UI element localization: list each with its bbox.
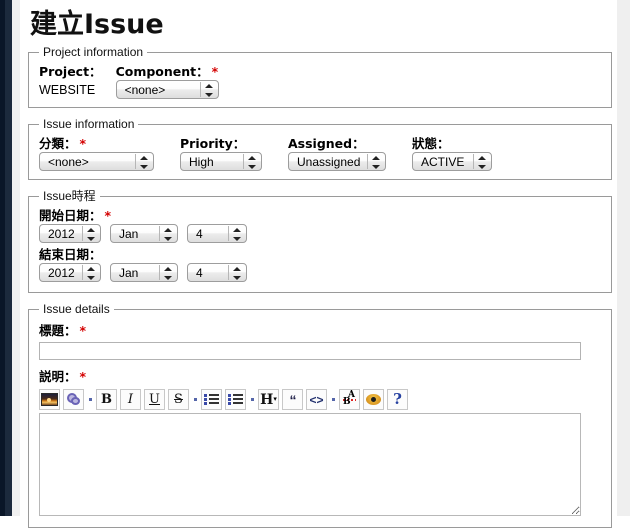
category-select-value: <none> bbox=[48, 155, 89, 169]
assigned-select-stepper-icon bbox=[372, 155, 381, 170]
priority-label: Priority： bbox=[180, 136, 246, 151]
toolbar-separator bbox=[249, 389, 256, 410]
issue-details-legend: Issue details bbox=[43, 302, 110, 316]
right-gutter bbox=[617, 0, 630, 516]
assigned-select-value: Unassigned bbox=[297, 155, 361, 169]
start-date-label: 開始日期： * bbox=[39, 207, 601, 224]
unordered-list-icon[interactable] bbox=[225, 389, 246, 410]
end-year-stepper-icon bbox=[87, 266, 96, 281]
component-select[interactable]: <none> bbox=[115, 80, 219, 99]
priority-select[interactable]: High bbox=[180, 152, 262, 171]
start-date-required-marker: * bbox=[104, 208, 112, 223]
description-textarea[interactable] bbox=[39, 413, 581, 516]
blockquote-icon[interactable]: “ bbox=[282, 389, 303, 410]
issue-schedule-fieldset: Issue時程 開始日期： * 2012 Jan 4 結束日期： 2012 Ja… bbox=[28, 190, 612, 293]
component-label: Component： * bbox=[116, 63, 219, 80]
start-day-stepper-icon bbox=[233, 227, 242, 242]
emoticon-icon[interactable] bbox=[363, 389, 384, 410]
category-select[interactable]: <none> bbox=[39, 152, 154, 171]
toolbar-separator bbox=[87, 389, 94, 410]
left-gutter bbox=[12, 0, 20, 516]
start-month-stepper-icon bbox=[164, 227, 173, 242]
project-information-row: Project： WEBSITE Component： * <none> bbox=[39, 63, 601, 99]
project-field: Project： WEBSITE bbox=[39, 63, 102, 99]
end-date-day-select[interactable]: 4 bbox=[187, 263, 247, 282]
status-select-stepper-icon bbox=[478, 155, 487, 170]
end-date-label: 結束日期： bbox=[39, 247, 102, 262]
subject-label: 標題： * bbox=[39, 322, 601, 339]
bold-icon[interactable]: B bbox=[96, 389, 117, 410]
insert-link-icon[interactable] bbox=[63, 389, 84, 410]
issue-information-row: 分類： * <none> Priority： High Assigned： Un… bbox=[39, 135, 601, 171]
project-information-legend: Project information bbox=[43, 45, 144, 59]
project-information-fieldset: Project information Project： WEBSITE Com… bbox=[28, 46, 612, 108]
assigned-field: Assigned： Unassigned bbox=[288, 135, 386, 171]
component-required-marker: * bbox=[211, 64, 219, 79]
start-date-day-select[interactable]: 4 bbox=[187, 224, 247, 243]
heading-icon[interactable]: H ▾ bbox=[258, 389, 279, 410]
status-label: 狀態： bbox=[412, 136, 450, 151]
category-select-stepper-icon bbox=[140, 155, 149, 170]
insert-image-icon[interactable] bbox=[39, 389, 60, 410]
component-select-stepper-icon bbox=[204, 83, 214, 98]
subject-label-text: 標題： bbox=[39, 323, 77, 338]
assigned-label: Assigned： bbox=[288, 136, 365, 151]
editor-toolbar: B I U S H ▾ “ <> A B ? bbox=[39, 389, 601, 410]
subject-input[interactable] bbox=[39, 342, 581, 360]
page-title: 建立Issue bbox=[30, 9, 164, 40]
category-label: 分類： * bbox=[39, 135, 154, 152]
category-label-text: 分類： bbox=[39, 136, 77, 151]
start-date-row: 2012 Jan 4 bbox=[39, 224, 601, 243]
issue-information-legend: Issue information bbox=[43, 117, 135, 131]
code-icon[interactable]: <> bbox=[306, 389, 327, 410]
toolbar-separator bbox=[192, 389, 199, 410]
issue-details-fieldset: Issue details 標題： * 説明： * B I U S H ▾ “ … bbox=[28, 303, 612, 528]
page-root: 建立Issue Project information Project： WEB… bbox=[0, 0, 636, 528]
component-select-divider bbox=[199, 82, 201, 97]
description-label: 説明： * bbox=[39, 368, 601, 385]
assigned-select[interactable]: Unassigned bbox=[288, 152, 386, 171]
component-select-value: <none> bbox=[124, 83, 166, 97]
description-required-marker: * bbox=[79, 369, 87, 384]
issue-schedule-legend: Issue時程 bbox=[43, 189, 96, 203]
status-field: 狀態： ACTIVE bbox=[412, 135, 492, 171]
ordered-list-icon[interactable] bbox=[201, 389, 222, 410]
right-edge-white bbox=[630, 0, 636, 516]
priority-select-stepper-icon bbox=[248, 155, 257, 170]
end-date-row: 2012 Jan 4 bbox=[39, 263, 601, 282]
left-sidebar-strip bbox=[5, 0, 12, 516]
project-label: Project： bbox=[39, 64, 102, 79]
toolbar-separator bbox=[330, 389, 337, 410]
start-date-month-select[interactable]: Jan bbox=[110, 224, 178, 243]
start-year-stepper-icon bbox=[87, 227, 96, 242]
category-field: 分類： * <none> bbox=[39, 135, 154, 171]
main-content-column: 建立Issue Project information Project： WEB… bbox=[20, 0, 617, 528]
issue-information-fieldset: Issue information 分類：* <none> Priority： bbox=[28, 118, 612, 180]
text-color-icon[interactable]: AB bbox=[339, 389, 360, 410]
component-field: Component： * <none> bbox=[115, 63, 219, 99]
end-date-month-select[interactable]: Jan bbox=[110, 263, 178, 282]
status-select[interactable]: ACTIVE bbox=[412, 152, 492, 171]
end-day-stepper-icon bbox=[233, 266, 242, 281]
description-label-text: 説明： bbox=[39, 369, 77, 384]
strikethrough-icon[interactable]: S bbox=[168, 389, 189, 410]
italic-icon[interactable]: I bbox=[120, 389, 141, 410]
start-date-label-text: 開始日期： bbox=[39, 208, 102, 223]
end-month-stepper-icon bbox=[164, 266, 173, 281]
project-value: WEBSITE bbox=[39, 83, 96, 97]
category-required-marker: * bbox=[79, 136, 87, 151]
start-date-year-select[interactable]: 2012 bbox=[39, 224, 101, 243]
subject-required-marker: * bbox=[79, 323, 87, 338]
underline-icon[interactable]: U bbox=[144, 389, 165, 410]
component-label-text: Component： bbox=[115, 64, 209, 79]
help-icon[interactable]: ? bbox=[387, 389, 408, 410]
end-date-year-select[interactable]: 2012 bbox=[39, 263, 101, 282]
priority-field: Priority： High bbox=[180, 135, 262, 171]
